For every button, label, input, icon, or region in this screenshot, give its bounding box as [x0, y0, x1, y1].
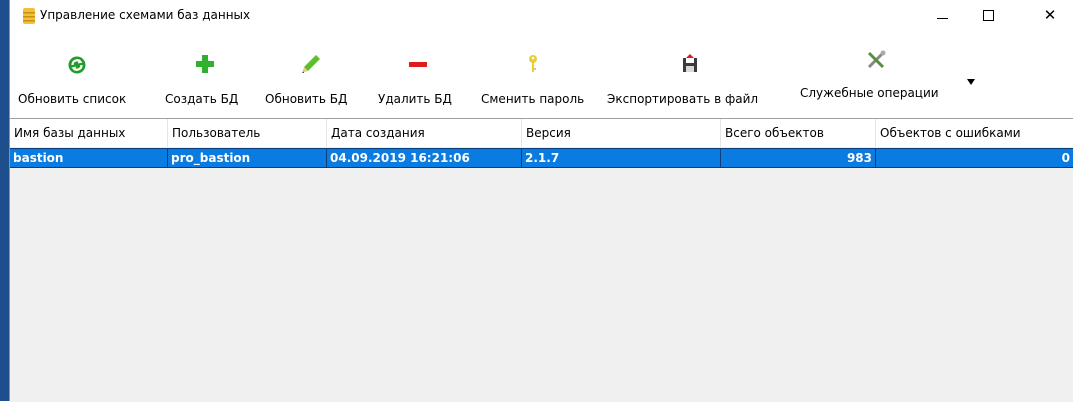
key-icon	[529, 55, 537, 72]
delete-db-button[interactable]: Удалить БД	[372, 46, 464, 114]
cell-error-objects[interactable]: 0	[876, 149, 1073, 167]
column-header-total-objects[interactable]: Всего объектов	[721, 119, 876, 147]
minus-icon	[409, 62, 427, 67]
tools-icon	[867, 50, 886, 69]
cell-created[interactable]: 04.09.2019 16:21:06	[327, 149, 522, 167]
maximize-button[interactable]	[965, 0, 1011, 30]
export-to-file-button[interactable]: Экспортировать в файл	[602, 46, 772, 114]
grid-header: Имя базы данных Пользователь Дата создан…	[10, 119, 1073, 147]
title-bar[interactable]: Управление схемами баз данных ✕	[10, 0, 1073, 30]
cell-user[interactable]: pro_bastion	[168, 149, 327, 167]
minimize-icon	[936, 17, 948, 19]
create-db-button[interactable]: Создать БД	[160, 46, 252, 114]
column-header-version[interactable]: Версия	[522, 119, 721, 147]
refresh-list-label: Обновить список	[18, 92, 127, 106]
maximize-icon	[982, 9, 994, 21]
update-db-label: Обновить БД	[265, 92, 348, 106]
update-db-button[interactable]: Обновить БД	[258, 46, 358, 114]
cell-version[interactable]: 2.1.7	[522, 149, 721, 167]
close-button[interactable]: ✕	[1027, 0, 1073, 30]
delete-db-label: Удалить БД	[378, 92, 452, 106]
minimize-button[interactable]	[919, 0, 965, 30]
cell-db-name[interactable]: bastion	[10, 149, 168, 167]
refresh-list-button[interactable]: Обновить список	[10, 46, 155, 114]
database-grid[interactable]: Имя базы данных Пользователь Дата создан…	[10, 118, 1073, 402]
pencil-icon	[302, 55, 320, 73]
toolbar-overflow-icon[interactable]	[967, 79, 975, 85]
change-password-label: Сменить пароль	[481, 92, 585, 106]
column-header-error-objects[interactable]: Объектов с ошибками	[876, 119, 1073, 147]
database-icon	[23, 8, 35, 24]
create-db-label: Создать БД	[165, 92, 239, 106]
cell-total-objects[interactable]: 983	[721, 149, 876, 167]
background-window-edge	[0, 0, 9, 401]
table-row[interactable]: bastion pro_bastion 04.09.2019 16:21:06 …	[10, 148, 1073, 168]
column-header-db-name[interactable]: Имя базы данных	[10, 119, 168, 147]
close-icon: ✕	[1043, 6, 1057, 24]
save-icon	[683, 54, 697, 72]
service-operations-button[interactable]: Служебные операции	[794, 46, 974, 114]
window-title: Управление схемами баз данных	[40, 8, 251, 22]
plus-icon	[196, 55, 214, 73]
refresh-icon	[68, 56, 86, 74]
column-header-user[interactable]: Пользователь	[168, 119, 327, 147]
app-window: Управление схемами баз данных ✕ Обновить…	[10, 0, 1073, 402]
toolbar: Обновить список Создать БД Обновить БД У…	[10, 46, 1073, 114]
export-to-file-label: Экспортировать в файл	[607, 92, 759, 106]
service-operations-label: Служебные операции	[800, 86, 939, 100]
column-header-created[interactable]: Дата создания	[327, 119, 522, 147]
change-password-button[interactable]: Сменить пароль	[475, 46, 595, 114]
